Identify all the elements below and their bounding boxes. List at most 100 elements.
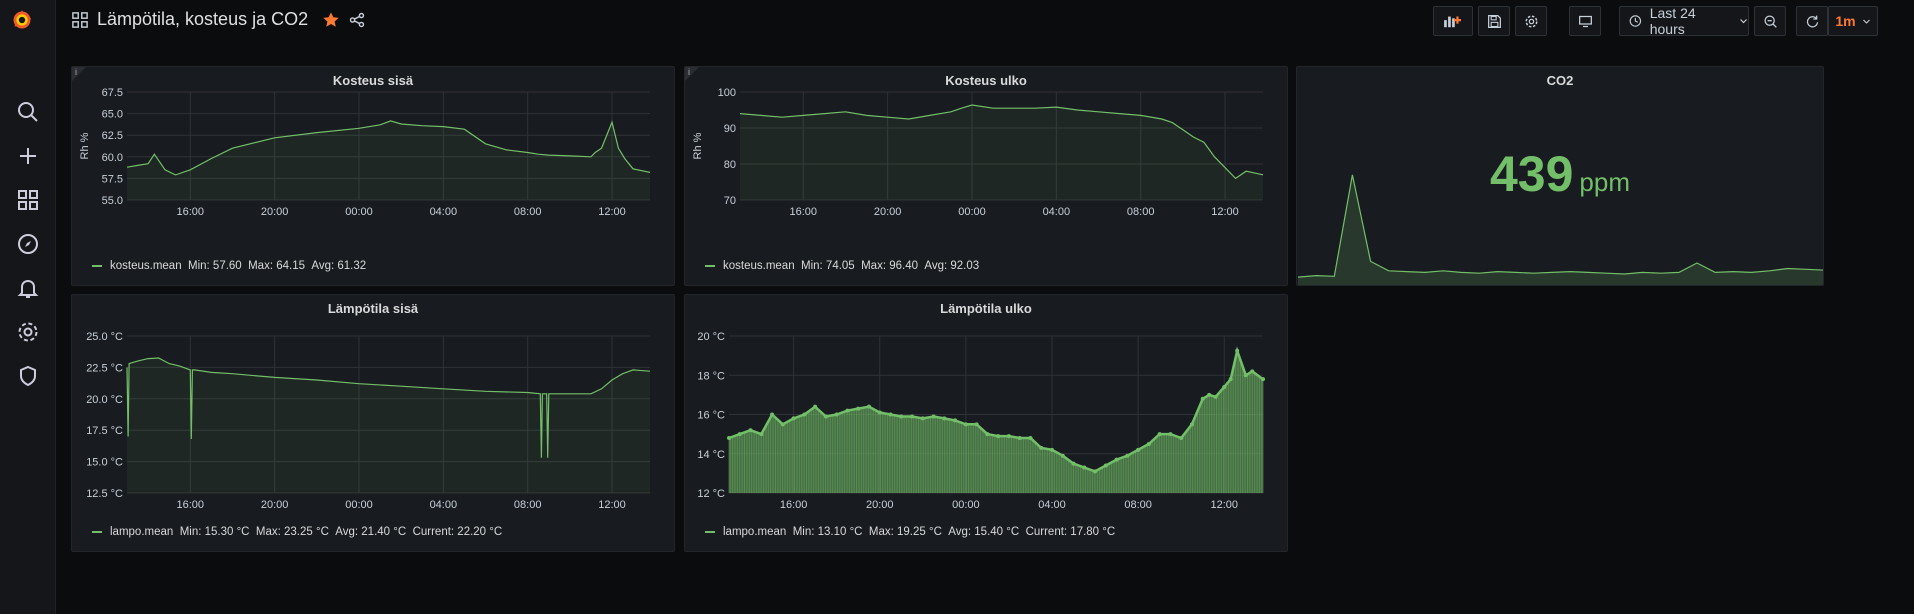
y-tick-label: 62.5	[102, 130, 123, 142]
data-point	[856, 406, 861, 411]
x-tick-label: 08:00	[1124, 499, 1152, 511]
series-area	[740, 105, 1263, 200]
data-point	[727, 436, 731, 441]
legend[interactable]: lampo.mean Min: 15.30 °C Max: 23.25 °C A…	[92, 526, 502, 538]
x-tick-label: 12:00	[598, 206, 626, 218]
data-point	[1125, 453, 1130, 458]
y-tick-label: 15.0 °C	[86, 457, 123, 469]
legend-swatch	[92, 264, 102, 267]
data-point	[1146, 441, 1151, 446]
refresh-button[interactable]	[1796, 6, 1828, 36]
data-point	[1114, 457, 1119, 462]
x-tick-label: 16:00	[790, 206, 818, 218]
x-tick-label: 00:00	[345, 206, 373, 218]
refresh-icon	[1806, 15, 1818, 27]
y-tick-label: 55.0	[102, 195, 123, 207]
x-tick-label: 00:00	[958, 206, 986, 218]
dashboard-title[interactable]: Lämpötila, kosteus ja CO2	[97, 9, 308, 30]
legend-max: Max: 19.25 °C	[868, 526, 942, 538]
star-icon[interactable]	[322, 11, 340, 29]
time-range-label: Last 24 hours	[1649, 5, 1696, 37]
zoom-out-button[interactable]	[1754, 6, 1786, 36]
legend-avg: Avg: 92.03	[924, 260, 980, 272]
y-tick-label: 25.0 °C	[86, 331, 123, 343]
x-tick-label: 00:00	[952, 499, 980, 511]
chart-kosteus-sisa: 55.0 57.5 60.0 62.5 65.0 67.5 16:00 20:00 00:00 0…	[79, 87, 651, 218]
add-panel-button[interactable]	[1433, 6, 1473, 36]
configuration-icon[interactable]	[0, 312, 55, 352]
legend-current: Current: 22.20 °C	[412, 526, 503, 538]
y-tick-label: 57.5	[102, 173, 123, 185]
legend-series-name: kosteus.mean	[723, 260, 795, 272]
series-area	[127, 120, 650, 200]
data-point	[770, 412, 775, 417]
x-tick-label: 16:00	[177, 206, 205, 218]
legend-avg: Avg: 15.40 °C	[948, 526, 1020, 538]
gear-icon	[1524, 14, 1538, 28]
x-tick-label: 16:00	[177, 499, 205, 511]
legend-swatch	[92, 530, 102, 533]
x-tick-label: 20:00	[261, 206, 289, 218]
panel-lampotila-ulko: Lämpötila ulko 12 °C 14 °C 16 °C 18 °C 20 °C…	[684, 294, 1288, 552]
refresh-interval-button[interactable]: 1m	[1828, 6, 1878, 36]
legend[interactable]: kosteus.mean Min: 57.60 Max: 64.15 Avg: …	[92, 260, 366, 272]
x-tick-label: 08:00	[514, 206, 542, 218]
plus-icon[interactable]	[0, 136, 55, 176]
y-tick-label: 100	[718, 87, 736, 99]
y-axis-label: Rh %	[79, 132, 91, 159]
legend-swatch	[705, 264, 715, 267]
y-axis-label: Rh %	[692, 132, 704, 159]
legend[interactable]: kosteus.mean Min: 74.05 Max: 96.40 Avg: …	[705, 260, 979, 272]
x-tick-label: 04:00	[1038, 499, 1066, 511]
data-point	[974, 422, 979, 427]
legend-avg: Avg: 21.40 °C	[335, 526, 407, 538]
tv-mode-button[interactable]	[1569, 6, 1601, 36]
explore-icon[interactable]	[0, 224, 55, 264]
legend-series-name: lampo.mean	[110, 526, 174, 538]
clock-icon	[1629, 15, 1642, 27]
monitor-icon	[1578, 15, 1592, 27]
panel-co2: CO2 439 ppm	[1296, 66, 1824, 286]
save-dashboard-button[interactable]	[1478, 6, 1510, 36]
data-point	[931, 414, 936, 419]
data-point	[942, 416, 947, 421]
time-picker-button[interactable]: Last 24 hours	[1619, 5, 1749, 37]
data-point	[1006, 434, 1011, 439]
dashboard-grid-icon	[71, 11, 89, 29]
legend-min: Min: 74.05	[801, 260, 855, 272]
save-icon	[1487, 14, 1501, 28]
alerting-icon[interactable]	[0, 268, 55, 308]
x-tick-label: 08:00	[514, 499, 542, 511]
x-tick-label: 20:00	[866, 499, 894, 511]
share-icon[interactable]	[348, 11, 366, 29]
legend-max: Max: 23.25 °C	[255, 526, 329, 538]
dashboards-icon[interactable]	[0, 180, 55, 220]
refresh-interval-label: 1m	[1835, 13, 1856, 29]
data-point	[748, 428, 753, 433]
legend[interactable]: lampo.mean Min: 13.10 °C Max: 19.25 °C A…	[705, 526, 1115, 538]
legend-current: Current: 17.80 °C	[1025, 526, 1116, 538]
y-tick-label: 67.5	[102, 87, 123, 99]
data-point	[877, 410, 882, 415]
legend-max: Max: 64.15	[248, 260, 305, 272]
dashboard-settings-button[interactable]	[1515, 6, 1547, 36]
search-icon[interactable]	[0, 92, 55, 132]
legend-swatch	[705, 530, 715, 533]
zoom-out-icon	[1763, 14, 1777, 28]
x-tick-label: 16:00	[780, 499, 808, 511]
add-panel-icon	[1444, 16, 1461, 28]
chart-lampotila-sisa: 12.5 °C 15.0 °C 17.5 °C 20.0 °C 22.5 °C 25.0 …	[86, 331, 651, 511]
data-point	[910, 414, 915, 419]
shield-icon[interactable]	[0, 356, 55, 396]
x-tick-label: 12:00	[598, 499, 626, 511]
y-tick-label: 20 °C	[697, 331, 725, 343]
data-point	[996, 434, 1001, 439]
data-point	[791, 416, 796, 421]
data-point	[1189, 422, 1194, 427]
y-tick-label: 80	[724, 159, 736, 171]
x-tick-label: 20:00	[874, 206, 902, 218]
data-point	[1261, 377, 1265, 382]
data-point	[963, 422, 968, 427]
grafana-logo-icon[interactable]	[10, 8, 44, 42]
data-point	[1060, 453, 1065, 458]
